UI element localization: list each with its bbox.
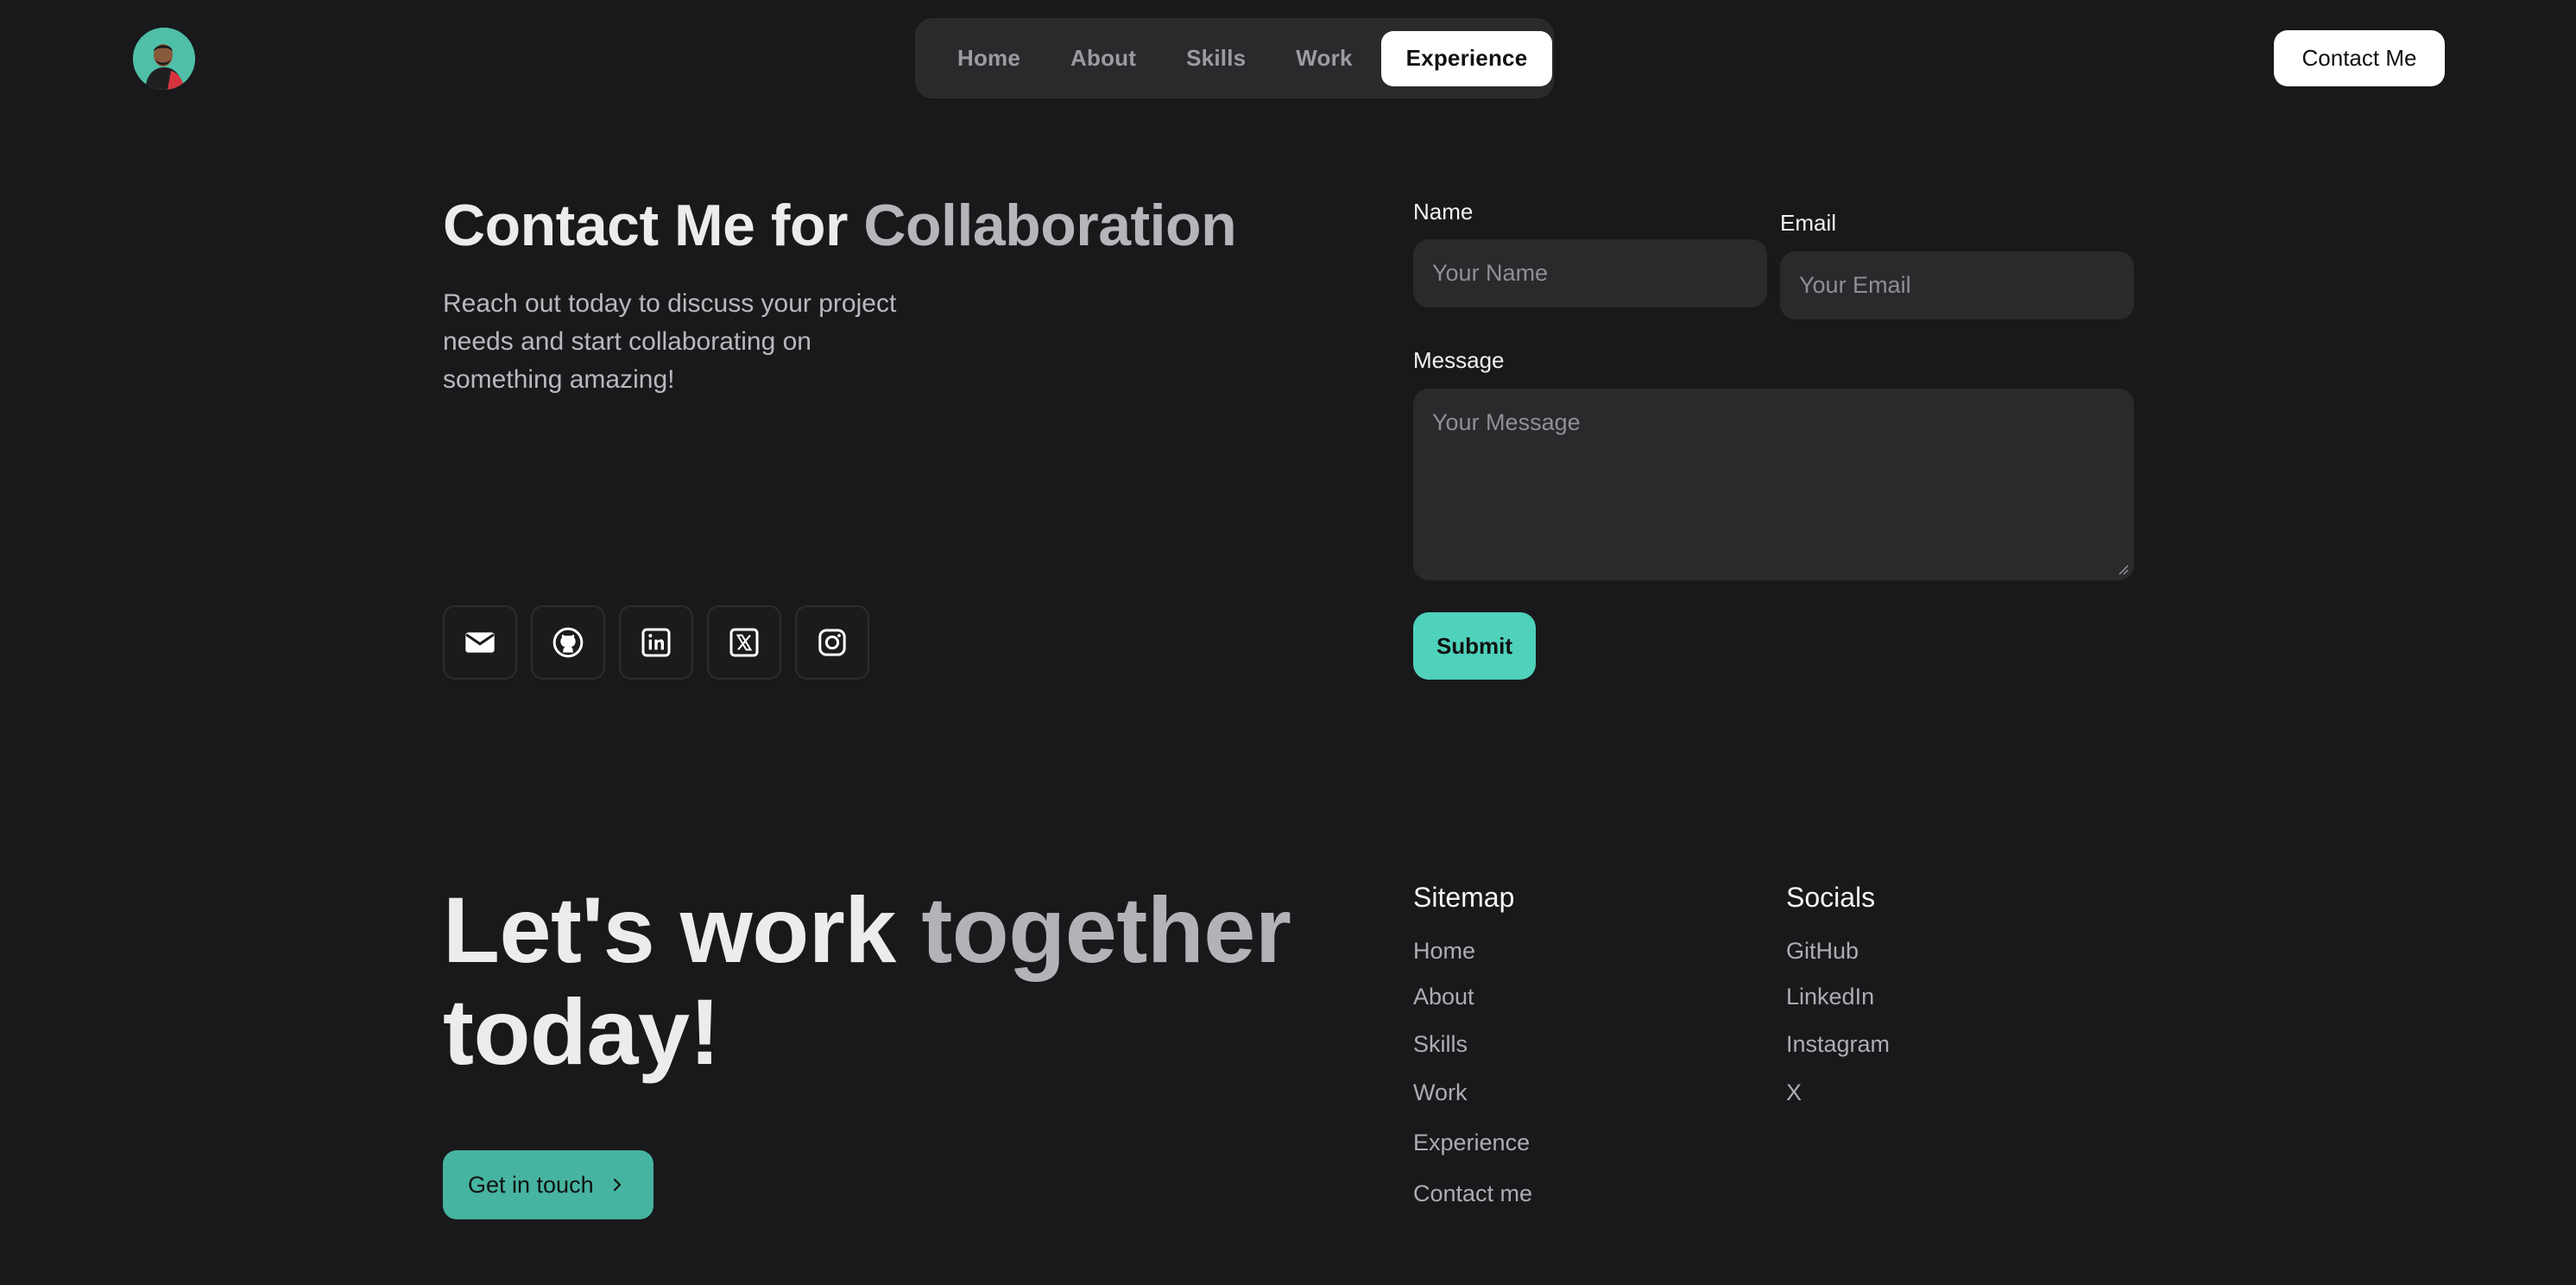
message-placeholder: Your Message <box>1432 409 1581 435</box>
name-placeholder: Your Name <box>1432 260 1549 286</box>
email-link[interactable] <box>443 605 517 680</box>
sitemap-link-work[interactable]: Work <box>1413 1079 1468 1106</box>
page-subtitle: Reach out today to discuss your project … <box>443 289 897 394</box>
chevron-right-icon <box>613 1178 621 1192</box>
mail-icon <box>465 632 495 653</box>
submit-button[interactable]: Submit <box>1413 612 1536 680</box>
github-link[interactable] <box>531 605 605 680</box>
main-nav: Home About Skills Work Experience <box>915 18 1554 98</box>
sitemap-heading: Sitemap <box>1413 882 1515 913</box>
nav-item-experience[interactable]: Experience <box>1380 30 1553 86</box>
sitemap-link-home[interactable]: Home <box>1413 938 1475 965</box>
page-title: Contact Me for Collaboration <box>443 192 1237 259</box>
nav-item-about[interactable]: About <box>1045 31 1161 86</box>
instagram-icon <box>818 629 846 656</box>
socials-link-instagram[interactable]: Instagram <box>1786 1031 1890 1058</box>
name-label: Name <box>1413 199 1474 225</box>
name-input[interactable]: Your Name <box>1413 239 1767 307</box>
socials-heading: Socials <box>1786 882 1876 913</box>
get-in-touch-button[interactable]: Get in touch <box>443 1150 653 1219</box>
get-in-touch-label: Get in touch <box>468 1171 594 1198</box>
sitemap-link-contact[interactable]: Contact me <box>1413 1181 1532 1207</box>
instagram-link[interactable] <box>795 605 869 680</box>
footer-title-part1: Let's work <box>443 877 896 982</box>
avatar[interactable] <box>133 28 195 90</box>
sitemap-link-experience[interactable]: Experience <box>1413 1130 1530 1156</box>
resize-handle-icon[interactable] <box>2117 563 2129 575</box>
email-input[interactable]: Your Email <box>1780 251 2134 320</box>
social-icon-row <box>443 605 869 680</box>
email-label: Email <box>1780 210 1837 236</box>
socials-link-x[interactable]: X <box>1786 1079 1802 1106</box>
footer-title-part3: today! <box>443 979 721 1084</box>
footer-title-part2: together <box>921 877 1291 982</box>
x-icon <box>729 628 759 657</box>
message-label: Message <box>1413 347 1505 373</box>
github-icon <box>552 627 584 658</box>
contact-me-button[interactable]: Contact Me <box>2274 30 2445 86</box>
socials-link-linkedin[interactable]: LinkedIn <box>1786 984 1874 1010</box>
avatar-image <box>133 28 195 90</box>
linkedin-icon <box>641 628 671 657</box>
nav-item-home[interactable]: Home <box>932 31 1045 86</box>
linkedin-link[interactable] <box>619 605 693 680</box>
page-title-part2: Collaboration <box>863 193 1237 258</box>
footer-title: Let's work together today! <box>443 879 1291 1083</box>
nav-item-skills[interactable]: Skills <box>1161 31 1271 86</box>
message-textarea[interactable]: Your Message <box>1413 389 2134 580</box>
email-placeholder: Your Email <box>1799 272 1911 298</box>
nav-item-work[interactable]: Work <box>1271 31 1377 86</box>
socials-link-github[interactable]: GitHub <box>1786 938 1859 965</box>
sitemap-link-about[interactable]: About <box>1413 984 1474 1010</box>
x-link[interactable] <box>707 605 781 680</box>
sitemap-link-skills[interactable]: Skills <box>1413 1031 1468 1058</box>
page-title-part1: Contact Me for <box>443 193 849 258</box>
